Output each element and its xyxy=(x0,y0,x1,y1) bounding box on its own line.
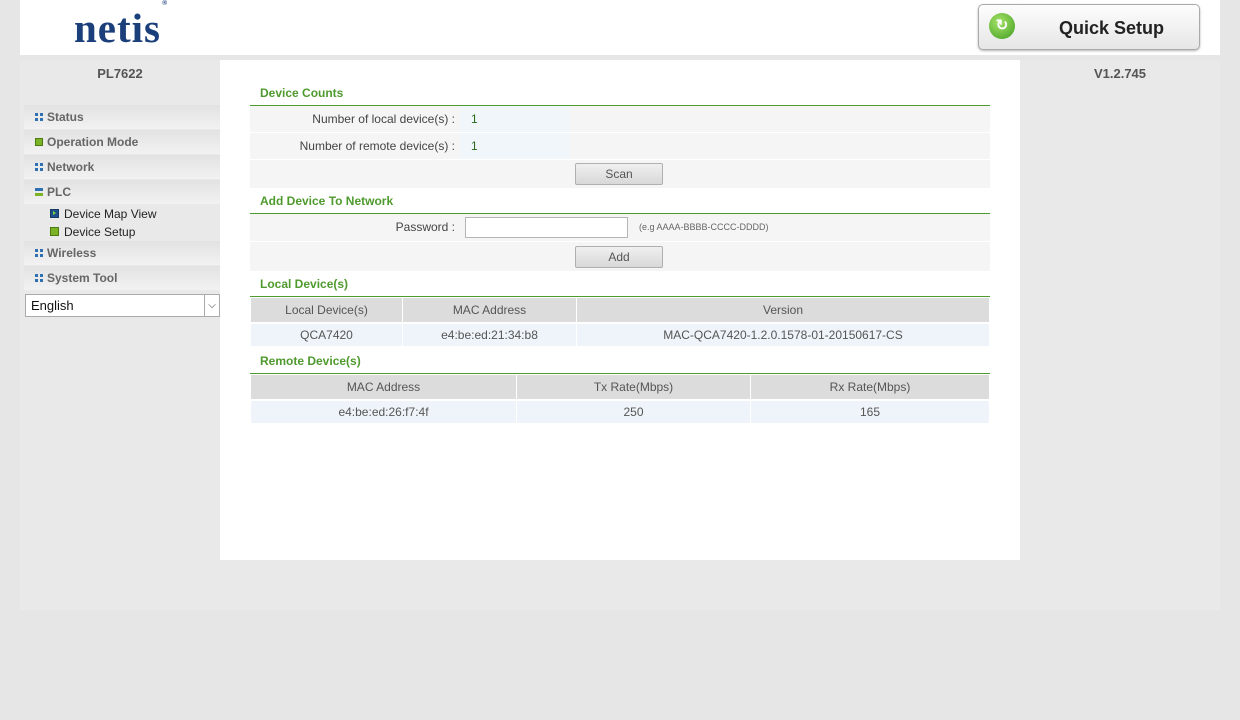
logo-text: netis xyxy=(74,5,161,51)
section-title-device-counts: Device Counts xyxy=(260,86,344,100)
table-cell: e4:be:ed:21:34:b8 xyxy=(403,324,576,346)
table-cell: 250 xyxy=(517,401,750,423)
top-bar: netis® ↻ Quick Setup xyxy=(20,0,1220,55)
table-header: Local Device(s) xyxy=(251,298,402,322)
remote-count-value: 1 xyxy=(460,133,570,159)
page-body: PL7622 Status Operation Mode Network PLC… xyxy=(20,60,1220,610)
table-cell: QCA7420 xyxy=(251,324,402,346)
refresh-arrow-icon: ↻ xyxy=(989,13,1015,39)
table-header: Tx Rate(Mbps) xyxy=(517,375,750,399)
password-input[interactable] xyxy=(465,217,628,238)
quick-setup-label: Quick Setup xyxy=(1059,18,1165,38)
sidebar-subitem-device-setup[interactable]: Device Setup xyxy=(50,225,135,239)
firmware-version: V1.2.745 xyxy=(1093,66,1147,81)
sidebar-item-label: Network xyxy=(47,160,95,174)
sidebar-item-status[interactable]: Status xyxy=(24,105,220,129)
play-icon xyxy=(50,209,59,219)
sidebar-item-plc[interactable]: PLC xyxy=(24,180,220,204)
sidebar-item-wireless[interactable]: Wireless xyxy=(24,241,220,265)
table-cell: 165 xyxy=(751,401,989,423)
section-title-add-device: Add Device To Network xyxy=(260,194,394,208)
local-count-value: 1 xyxy=(460,106,570,132)
netis-logo[interactable]: netis® xyxy=(74,0,167,52)
sidebar-item-operation-mode[interactable]: Operation Mode xyxy=(24,130,220,154)
sidebar-item-label: Operation Mode xyxy=(47,135,139,149)
sidebar: PL7622 Status Operation Mode Network PLC… xyxy=(20,60,220,320)
main-panel: Device Counts Number of local device(s) … xyxy=(220,60,1020,560)
scan-button[interactable]: Scan xyxy=(575,163,663,185)
sidebar-item-label: Wireless xyxy=(47,246,97,260)
table-header: MAC Address xyxy=(251,375,516,399)
section-divider xyxy=(250,296,990,297)
password-label: Password : xyxy=(395,220,455,234)
section-title-local-devices: Local Device(s) xyxy=(260,277,349,291)
table-header: Rx Rate(Mbps) xyxy=(751,375,989,399)
quick-setup-button[interactable]: ↻ Quick Setup xyxy=(978,4,1200,50)
table-cell: MAC-QCA7420-1.2.0.1578-01-20150617-CS xyxy=(577,324,989,346)
table-cell: e4:be:ed:26:f7:4f xyxy=(251,401,516,423)
sidebar-subitem-device-map-view[interactable]: Device Map View xyxy=(50,207,156,221)
grid-icon xyxy=(35,113,43,121)
sidebar-item-label: System Tool xyxy=(47,271,118,285)
remote-count-label: Number of remote device(s) : xyxy=(299,139,455,153)
subitem-label: Device Map View xyxy=(64,207,157,221)
add-button[interactable]: Add xyxy=(575,246,663,268)
language-value: English xyxy=(31,298,74,313)
sidebar-item-label: Status xyxy=(47,110,84,124)
password-hint: (e.g AAAA-BBBB-CCCC-DDDD) xyxy=(639,222,769,232)
green-square-icon xyxy=(50,227,59,237)
table-header: MAC Address xyxy=(403,298,576,322)
registered-mark: ® xyxy=(162,0,169,8)
sidebar-item-system-tool[interactable]: System Tool xyxy=(24,266,220,290)
section-divider xyxy=(250,373,990,374)
local-count-label: Number of local device(s) : xyxy=(312,112,455,126)
grid-icon xyxy=(35,274,43,282)
grid-icon xyxy=(35,163,43,171)
bars-icon xyxy=(35,188,43,196)
chevron-down-icon: ⌵ xyxy=(204,295,219,316)
table-header: Version xyxy=(577,298,989,322)
sidebar-item-label: PLC xyxy=(47,185,71,199)
grid-icon xyxy=(35,249,43,257)
green-square-icon xyxy=(35,138,43,146)
subitem-label: Device Setup xyxy=(64,225,136,239)
model-name: PL7622 xyxy=(97,66,143,81)
language-select[interactable]: English ⌵ xyxy=(25,294,220,317)
sidebar-item-network[interactable]: Network xyxy=(24,155,220,179)
section-title-remote-devices: Remote Device(s) xyxy=(260,354,361,368)
